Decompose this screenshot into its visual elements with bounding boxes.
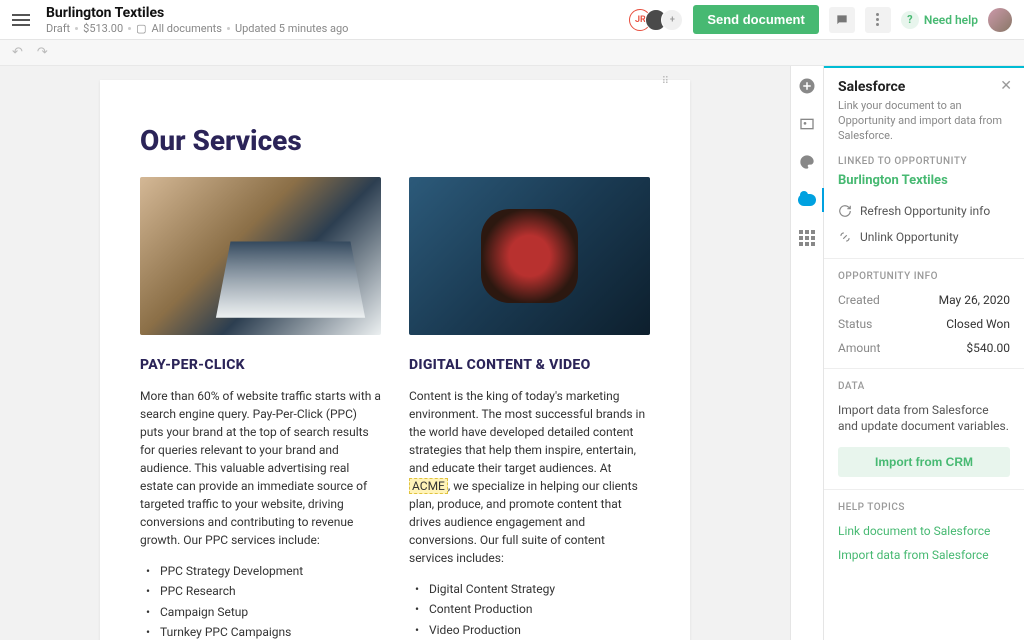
- unlink-action[interactable]: Unlink Opportunity: [824, 224, 1024, 250]
- canvas[interactable]: ⠿ Our Services PAY-PER-CLICK More than 6…: [0, 66, 790, 640]
- topbar: Burlington Textiles Draft $513.00 ▢ All …: [0, 0, 1024, 40]
- doc-amount: $513.00: [83, 22, 123, 35]
- col2-title: DIGITAL CONTENT & VIDEO: [409, 357, 650, 373]
- image-camera: [409, 177, 650, 335]
- side-rail: [790, 66, 824, 640]
- column-right: DIGITAL CONTENT & VIDEO Content is the k…: [409, 177, 650, 640]
- page-heading: Our Services: [140, 124, 650, 157]
- palette-icon[interactable]: [797, 152, 817, 172]
- import-button[interactable]: Import from CRM: [838, 447, 1010, 477]
- drag-handle-icon[interactable]: ⠿: [662, 76, 670, 87]
- apps-icon[interactable]: [797, 228, 817, 248]
- data-text: Import data from Salesforce and update d…: [824, 398, 1024, 446]
- refresh-action[interactable]: Refresh Opportunity info: [824, 198, 1024, 224]
- doc-title: Burlington Textiles: [46, 5, 635, 21]
- data-label: DATA: [824, 377, 1024, 398]
- column-left: PAY-PER-CLICK More than 60% of website t…: [140, 177, 381, 640]
- help-topics-label: HELP TOPICS: [824, 498, 1024, 519]
- add-user-button[interactable]: +: [661, 9, 683, 31]
- user-avatar[interactable]: [988, 8, 1012, 32]
- panel-desc: Link your document to an Opportunity and…: [838, 99, 1010, 144]
- redo-icon[interactable]: ↷: [37, 45, 48, 60]
- image-laptop: [140, 177, 381, 335]
- list-item: PPC Research: [160, 581, 381, 601]
- info-label: OPPORTUNITY INFO: [824, 267, 1024, 288]
- col1-title: PAY-PER-CLICK: [140, 357, 381, 373]
- document-page[interactable]: Our Services PAY-PER-CLICK More than 60%…: [100, 80, 690, 640]
- refresh-icon: [838, 204, 852, 218]
- panel-title: Salesforce: [838, 79, 1010, 95]
- menu-icon[interactable]: [12, 14, 30, 26]
- avatar-group[interactable]: JR +: [635, 9, 683, 31]
- folder-name[interactable]: All documents: [152, 22, 222, 35]
- doc-info: Burlington Textiles Draft $513.00 ▢ All …: [46, 5, 635, 35]
- salesforce-icon[interactable]: [797, 190, 817, 210]
- status-badge: Draft: [46, 22, 70, 35]
- col1-para: More than 60% of website traffic starts …: [140, 387, 381, 549]
- col2-list: Digital Content Strategy Content Product…: [409, 579, 650, 640]
- send-button[interactable]: Send document: [693, 5, 819, 34]
- help-icon: ?: [901, 11, 919, 29]
- add-icon[interactable]: [797, 76, 817, 96]
- salesforce-panel: Salesforce ✕ Link your document to an Op…: [824, 66, 1024, 640]
- list-item: Turnkey PPC Campaigns: [160, 622, 381, 640]
- list-item: Video Production: [429, 620, 650, 640]
- toolbar: ↶ ↷: [0, 40, 1024, 66]
- info-status: StatusClosed Won: [824, 312, 1024, 336]
- linked-opportunity[interactable]: Burlington Textiles: [824, 173, 1024, 198]
- undo-icon[interactable]: ↶: [12, 45, 23, 60]
- doc-meta: Draft $513.00 ▢ All documents Updated 5 …: [46, 22, 635, 35]
- info-amount: Amount$540.00: [824, 336, 1024, 360]
- list-item: Campaign Setup: [160, 602, 381, 622]
- close-icon[interactable]: ✕: [1000, 78, 1012, 94]
- unlink-icon: [838, 230, 852, 244]
- folder-icon: ▢: [136, 22, 146, 35]
- list-item: Digital Content Strategy: [429, 579, 650, 599]
- content-icon[interactable]: [797, 114, 817, 134]
- help-link-1[interactable]: Link document to Salesforce: [824, 519, 1024, 543]
- list-item: Content Production: [429, 599, 650, 619]
- chat-icon[interactable]: [829, 7, 855, 33]
- topbar-right: JR + Send document ? Need help: [635, 5, 1012, 34]
- linked-label: LINKED TO OPPORTUNITY: [824, 152, 1024, 173]
- help-button[interactable]: ? Need help: [901, 11, 978, 29]
- help-link-2[interactable]: Import data from Salesforce: [824, 543, 1024, 567]
- list-item: PPC Strategy Development: [160, 561, 381, 581]
- more-icon[interactable]: [865, 7, 891, 33]
- variable-acme[interactable]: ACME: [409, 478, 448, 494]
- updated-time: Updated 5 minutes ago: [235, 22, 349, 35]
- col2-para: Content is the king of today's marketing…: [409, 387, 650, 567]
- info-created: CreatedMay 26, 2020: [824, 288, 1024, 312]
- col1-list: PPC Strategy Development PPC Research Ca…: [140, 561, 381, 640]
